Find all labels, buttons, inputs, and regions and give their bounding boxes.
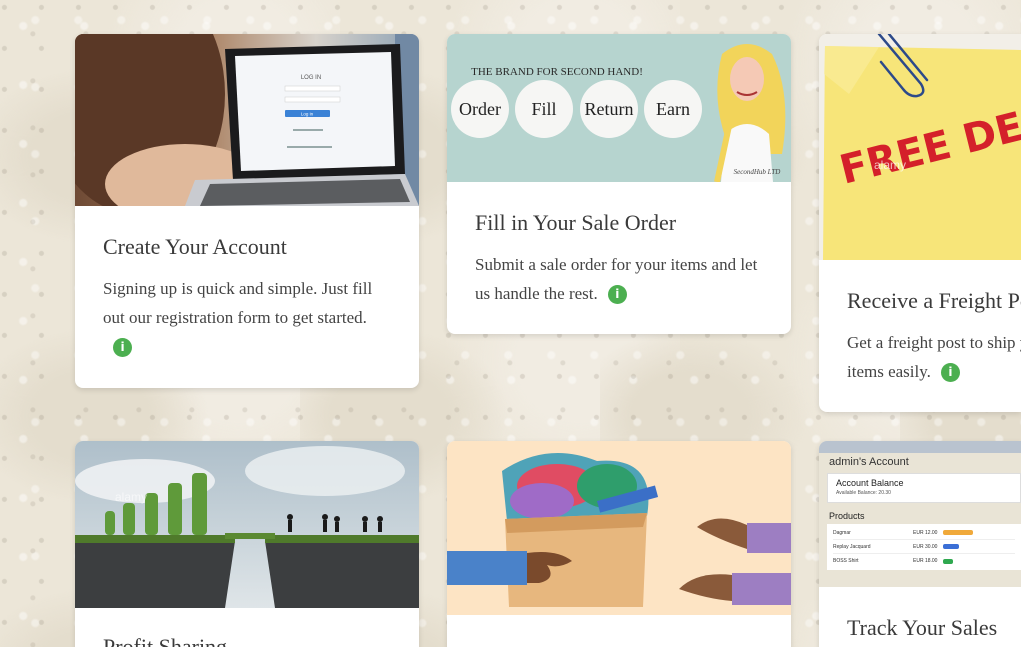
balance-sub: Available Balance: 20.30 (836, 490, 891, 496)
card-create-account: LOG IN Log in Create Your Account Signin… (75, 34, 419, 388)
card-image-account-dashboard: admin's Account Account Balance Availabl… (819, 441, 1021, 587)
products-label: Products (829, 511, 865, 521)
card-fill-sale-order: THE BRAND FOR SECOND HAND! Order Fill Re… (447, 34, 791, 334)
card-donate-box (447, 441, 791, 647)
card-image-clothes-box (447, 441, 791, 615)
circle-label-earn: Earn (656, 99, 690, 119)
login-button-mock: Log in (301, 112, 314, 117)
card-title: Receive a Freight Post (847, 288, 1021, 313)
card-description: Get a freight post to ship your items ea… (847, 333, 1021, 383)
balance-label: Account Balance (836, 478, 904, 488)
card-title: Create Your Account (103, 234, 287, 259)
card-description: Signing up is quick and simple. Just fil… (103, 274, 391, 361)
signature: SecondHub LTD (734, 168, 781, 176)
brand-banner-illustration: THE BRAND FOR SECOND HAND! Order Fill Re… (447, 34, 791, 182)
product-row: BOSS Shirt EUR 18.00 (833, 554, 1015, 568)
info-icon[interactable]: i (940, 363, 960, 383)
card-receive-freight-post: FREE DELIVERY alamy Receive a Freight Po… (819, 34, 1021, 412)
bridge-growth-illustration: alamy (75, 441, 419, 608)
account-heading: admin's Account (829, 456, 909, 468)
info-icon[interactable]: i (113, 338, 132, 358)
clothes-box-illustration (447, 441, 791, 615)
sticky-note-illustration: FREE DELIVERY alamy (819, 34, 1021, 260)
card-image-bridge-growth: alamy (75, 441, 419, 608)
info-icon[interactable]: i (607, 285, 627, 305)
watermark: alamy (874, 158, 906, 172)
card-image-free-delivery-note: FREE DELIVERY alamy (819, 34, 1021, 260)
product-row: Replay Jacquard EUR 30.00 (833, 540, 1015, 554)
card-title: Fill in Your Sale Order (475, 210, 677, 235)
card-image-laptop-login: LOG IN Log in (75, 34, 419, 206)
card-description: Submit a sale order for your items and l… (475, 255, 758, 305)
login-heading: LOG IN (301, 75, 321, 81)
circle-label-fill: Fill (531, 99, 556, 119)
card-title: Track Your Sales (847, 615, 998, 640)
card-track-sales: admin's Account Account Balance Availabl… (819, 441, 1021, 647)
banner-heading: THE BRAND FOR SECOND HAND! (471, 66, 643, 78)
circle-label-return: Return (585, 99, 634, 119)
circle-label-order: Order (459, 99, 501, 119)
card-profit-sharing: alamy Profit Sharing (75, 441, 419, 647)
product-row: Dagmar EUR 12.00 (833, 526, 1015, 540)
card-image-brand-banner: THE BRAND FOR SECOND HAND! Order Fill Re… (447, 34, 791, 182)
laptop-login-illustration: LOG IN Log in (75, 34, 419, 206)
watermark: alamy (115, 490, 147, 504)
card-title: Profit Sharing (103, 634, 228, 647)
